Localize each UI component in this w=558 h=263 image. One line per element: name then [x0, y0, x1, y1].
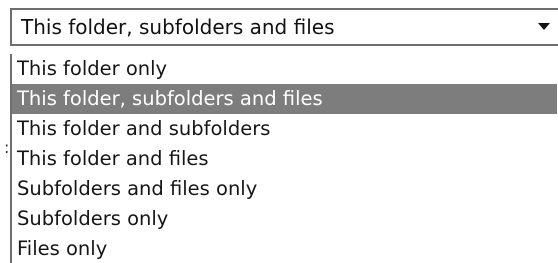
applies-to-dropdown-screen: This folder, subfolders and files This f…: [0, 0, 558, 263]
option-files-only[interactable]: Files only: [12, 234, 558, 263]
option-this-folder-subfolders-files[interactable]: This folder, subfolders and files: [12, 84, 557, 114]
option-subfolders-only[interactable]: Subfolders only: [12, 204, 558, 234]
option-this-folder-and-files[interactable]: This folder and files: [12, 144, 558, 174]
dropdown-options-list: This folder only This folder, subfolders…: [10, 54, 558, 263]
option-this-folder-only[interactable]: This folder only: [12, 54, 558, 84]
option-subfolders-and-files-only[interactable]: Subfolders and files only: [12, 174, 558, 204]
chevron-down-icon[interactable]: [530, 10, 558, 44]
applies-to-combobox[interactable]: This folder, subfolders and files: [10, 8, 558, 46]
option-this-folder-and-subfolders[interactable]: This folder and subfolders: [12, 114, 558, 144]
combobox-selected-value: This folder, subfolders and files: [21, 15, 335, 39]
partial-background-glyph: :: [4, 138, 10, 157]
